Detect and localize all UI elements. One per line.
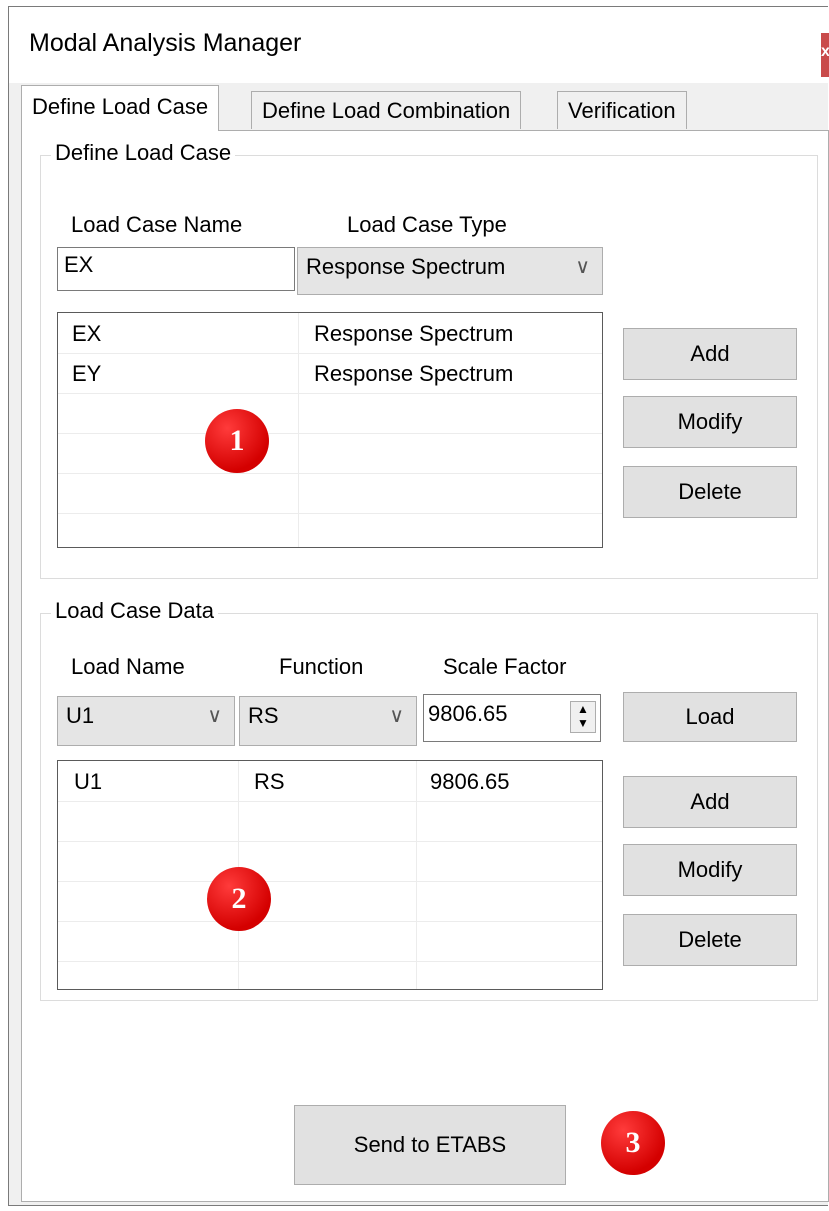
load-case-data-list[interactable]: U1 RS 9806.65 — [57, 760, 603, 990]
chevron-down-icon: ∨ — [575, 256, 590, 278]
load-name-select[interactable]: U1 ∨ — [57, 696, 235, 746]
scale-factor-label: Scale Factor — [443, 654, 567, 679]
stepper-arrows-icon[interactable]: ▲ ▼ — [570, 701, 596, 733]
modify-load-data-button[interactable]: Modify — [623, 844, 797, 896]
tab-define-load-combination[interactable]: Define Load Combination — [251, 91, 522, 129]
modify-load-case-button[interactable]: Modify — [623, 396, 797, 448]
load-name-label: Load Name — [71, 654, 185, 679]
load-case-data-group: Load Case Data Load Name Function Scale … — [40, 598, 818, 1001]
scale-factor-cell: 9806.65 — [430, 769, 510, 794]
chevron-down-icon: ∨ — [207, 705, 222, 727]
function-label: Function — [279, 654, 364, 679]
tab-define-load-case[interactable]: Define Load Case — [21, 85, 220, 131]
scale-factor-stepper[interactable]: 9806.65 ▲ ▼ — [423, 694, 601, 742]
delete-load-case-button[interactable]: Delete — [623, 466, 797, 518]
list-item-empty — [58, 393, 602, 434]
load-name-value: U1 — [66, 703, 95, 728]
function-value: RS — [248, 703, 279, 728]
load-case-list[interactable]: EX Response Spectrum EY Response Spectru… — [57, 312, 603, 548]
annotation-badge-1: 1 — [205, 409, 269, 473]
load-case-type-cell: Response Spectrum — [314, 321, 514, 346]
load-case-name-input[interactable]: EX — [57, 247, 295, 291]
load-case-name-cell: EY — [72, 361, 102, 386]
load-case-type-cell: Response Spectrum — [314, 361, 514, 386]
list-item[interactable]: EY Response Spectrum — [58, 353, 602, 394]
list-item-empty — [58, 841, 602, 882]
scale-factor-value: 9806.65 — [428, 701, 508, 726]
modal-analysis-manager-window: Modal Analysis Manager x Define Load Cas… — [8, 6, 829, 1206]
send-to-etabs-button[interactable]: Send to ETABS — [294, 1105, 566, 1185]
chevron-down-icon: ∨ — [389, 705, 404, 727]
load-case-name-label: Load Case Name — [71, 212, 243, 237]
list-item[interactable]: U1 RS 9806.65 — [58, 761, 602, 802]
list-item-empty — [58, 473, 602, 514]
list-item-empty — [58, 921, 602, 962]
load-case-type-label: Load Case Type — [347, 212, 507, 237]
close-button[interactable]: x — [821, 33, 829, 77]
list-item-empty — [58, 801, 602, 842]
load-case-type-select[interactable]: Response Spectrum ∨ — [297, 247, 603, 295]
delete-load-data-button[interactable]: Delete — [623, 914, 797, 966]
load-case-data-group-title: Load Case Data — [51, 598, 218, 624]
load-case-type-value: Response Spectrum — [306, 254, 506, 279]
list-item-empty — [58, 433, 602, 474]
load-case-name-cell: EX — [72, 321, 102, 346]
function-select[interactable]: RS ∨ — [239, 696, 417, 746]
list-item[interactable]: EX Response Spectrum — [58, 313, 602, 354]
load-name-cell: U1 — [74, 769, 103, 794]
tab-page-define-load-case: Define Load Case Load Case Name Load Cas… — [21, 130, 829, 1202]
define-load-case-group-title: Define Load Case — [51, 140, 236, 166]
title-bar: Modal Analysis Manager x — [9, 7, 829, 83]
window-title: Modal Analysis Manager — [29, 29, 302, 57]
add-load-data-button[interactable]: Add — [623, 776, 797, 828]
close-icon: x — [821, 43, 829, 60]
tab-verification[interactable]: Verification — [557, 91, 687, 129]
list-item-empty — [58, 881, 602, 922]
define-load-case-group: Define Load Case Load Case Name Load Cas… — [40, 140, 818, 579]
function-cell: RS — [254, 769, 285, 794]
annotation-badge-2: 2 — [207, 867, 271, 931]
annotation-badge-3: 3 — [601, 1111, 665, 1175]
load-button[interactable]: Load — [623, 692, 797, 742]
add-load-case-button[interactable]: Add — [623, 328, 797, 380]
